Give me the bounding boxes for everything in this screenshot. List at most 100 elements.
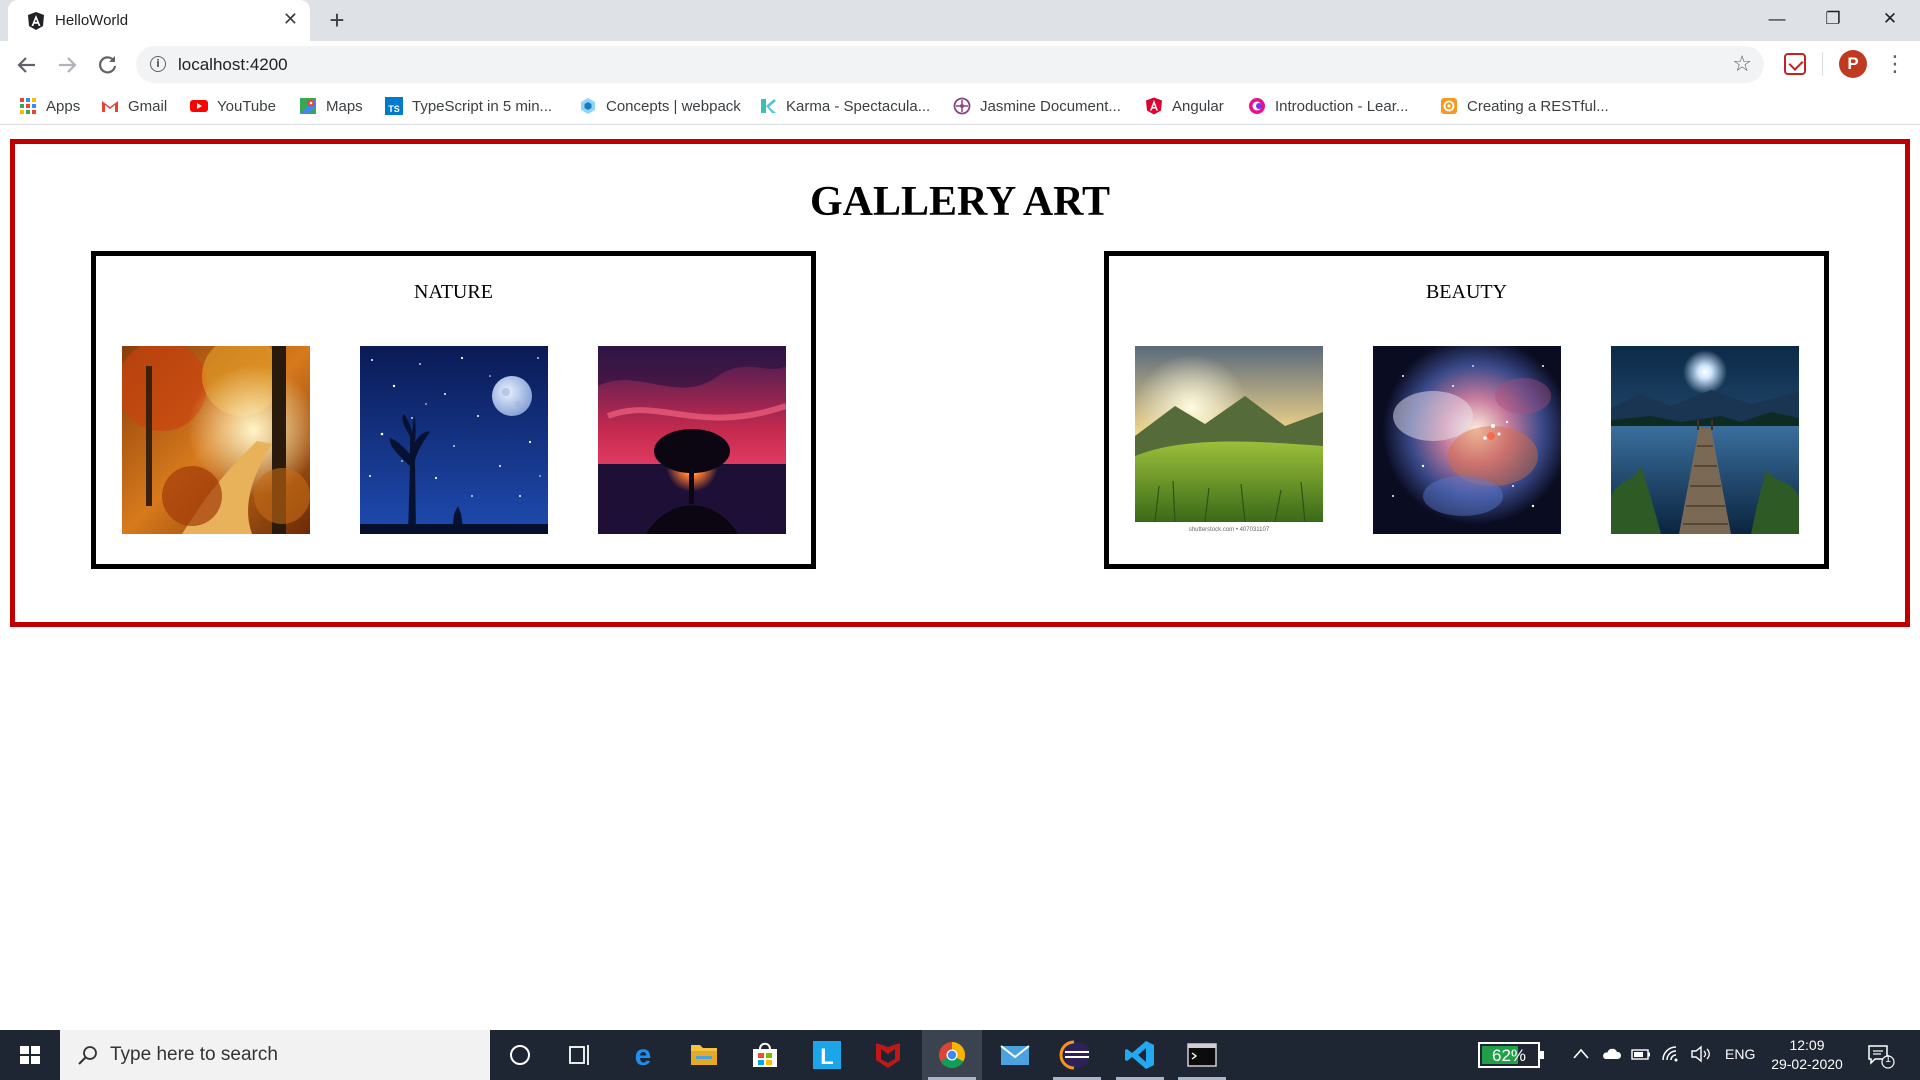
vscode-app[interactable] bbox=[1110, 1030, 1170, 1080]
back-button[interactable] bbox=[11, 49, 43, 81]
restful-icon bbox=[1440, 97, 1458, 115]
starry-night-moon-tree-image[interactable] bbox=[360, 346, 548, 534]
bookmark-restful[interactable]: Creating a RESTful... bbox=[1440, 93, 1609, 119]
gmail-icon bbox=[101, 97, 119, 115]
profile-avatar[interactable]: P bbox=[1839, 50, 1867, 78]
mountain-meadow-sunrise-image[interactable]: shutterstock.com • 407031107 bbox=[1135, 346, 1323, 534]
minimize-button[interactable]: — bbox=[1749, 0, 1805, 41]
battery-widget[interactable]: 62% bbox=[1478, 1042, 1544, 1068]
webpack-icon bbox=[579, 97, 597, 115]
address-bar[interactable]: i localhost:4200 ☆ bbox=[136, 46, 1764, 83]
start-button[interactable] bbox=[0, 1030, 60, 1080]
taskbar-clock[interactable]: 12:09 29-02-2020 bbox=[1762, 1036, 1852, 1074]
angular-favicon-icon bbox=[26, 11, 46, 31]
typescript-icon: TS bbox=[385, 97, 403, 115]
bookmark-label: Angular bbox=[1172, 97, 1224, 115]
bookmark-karma[interactable]: Karma - Spectacula... bbox=[759, 93, 930, 119]
site-info-icon[interactable]: i bbox=[150, 56, 166, 72]
reload-button[interactable] bbox=[92, 49, 124, 81]
eclipse-app[interactable] bbox=[1047, 1030, 1107, 1080]
sunset-tree-silhouette-image[interactable] bbox=[598, 346, 786, 534]
l-app-icon: L bbox=[813, 1041, 841, 1069]
youtube-icon bbox=[190, 97, 208, 115]
bookmark-apps[interactable]: Apps bbox=[19, 93, 80, 119]
bookmark-maps[interactable]: Maps bbox=[299, 93, 363, 119]
bookmark-youtube[interactable]: YouTube bbox=[190, 93, 276, 119]
url-text[interactable]: localhost:4200 bbox=[178, 55, 288, 75]
image-watermark: shutterstock.com • 407031107 bbox=[1189, 527, 1270, 533]
bookmarks-bar: Apps Gmail YouTube Maps TS TypeScript in… bbox=[0, 88, 1920, 125]
bookmark-jasmine[interactable]: Jasmine Document... bbox=[953, 93, 1121, 119]
forward-button[interactable] bbox=[51, 49, 83, 81]
chrome-icon bbox=[939, 1041, 966, 1069]
wifi-tray[interactable] bbox=[1660, 1044, 1682, 1069]
bookmark-typescript[interactable]: TS TypeScript in 5 min... bbox=[385, 93, 552, 119]
task-view-button[interactable] bbox=[550, 1030, 610, 1080]
close-window-button[interactable]: ✕ bbox=[1862, 0, 1918, 41]
wifi-icon bbox=[1662, 1046, 1678, 1062]
show-hidden-icons-button[interactable] bbox=[1572, 1044, 1590, 1069]
reload-icon bbox=[98, 56, 117, 74]
new-tab-button[interactable]: + bbox=[323, 6, 351, 34]
store-app[interactable] bbox=[735, 1030, 795, 1080]
maps-icon bbox=[299, 97, 317, 115]
file-explorer-app[interactable] bbox=[674, 1030, 734, 1080]
volume-tray[interactable] bbox=[1690, 1044, 1712, 1069]
section-title: NATURE bbox=[414, 281, 493, 303]
edge-app[interactable]: e bbox=[613, 1030, 673, 1080]
store-bag-icon bbox=[753, 1042, 777, 1067]
tab-close-icon[interactable]: ✕ bbox=[283, 9, 298, 29]
bookmark-label: Apps bbox=[46, 97, 81, 115]
bookmark-star-icon[interactable]: ☆ bbox=[1732, 51, 1752, 77]
notification-count: 1 bbox=[1885, 1054, 1891, 1065]
bookmark-label: Maps bbox=[326, 97, 363, 115]
search-placeholder: Type here to search bbox=[110, 1044, 278, 1065]
gallery-section-beauty: BEAUTY shutterstock.com • 407031107 bbox=[1104, 251, 1829, 569]
galaxy-nebula-image[interactable] bbox=[1373, 346, 1561, 534]
apps-grid-icon bbox=[19, 97, 37, 115]
bookmark-label: Concepts | webpack bbox=[606, 97, 741, 115]
terminal-icon bbox=[1187, 1043, 1217, 1067]
karma-icon bbox=[759, 97, 777, 115]
gallery-section-nature: NATURE bbox=[91, 251, 816, 569]
chrome-app[interactable] bbox=[922, 1030, 982, 1080]
cortana-circle-icon bbox=[510, 1045, 530, 1065]
autumn-forest-path-image[interactable] bbox=[122, 346, 310, 534]
lake-pier-moonlight-image[interactable] bbox=[1611, 346, 1799, 534]
svg-text:L: L bbox=[820, 1044, 833, 1069]
speaker-icon bbox=[1691, 1045, 1710, 1063]
tab-title: HelloWorld bbox=[55, 12, 129, 29]
cortana-button[interactable] bbox=[490, 1030, 550, 1080]
taskbar-search-box[interactable]: Type here to search bbox=[60, 1030, 490, 1080]
cloud-icon bbox=[1603, 1048, 1622, 1059]
bookmark-gmail[interactable]: Gmail bbox=[101, 93, 167, 119]
mail-app[interactable] bbox=[985, 1030, 1045, 1080]
angular-icon bbox=[1145, 97, 1163, 115]
jasmine-icon bbox=[953, 97, 971, 115]
toolbar-divider bbox=[1822, 52, 1823, 76]
onedrive-tray[interactable] bbox=[1600, 1044, 1622, 1069]
restore-button[interactable]: ❐ bbox=[1805, 0, 1861, 41]
chrome-menu-icon[interactable]: ⋮ bbox=[1884, 50, 1906, 78]
mcafee-app[interactable] bbox=[858, 1030, 918, 1080]
mcafee-shield-icon bbox=[876, 1043, 900, 1068]
terminal-app[interactable] bbox=[1172, 1030, 1232, 1080]
action-center-button[interactable]: 1 bbox=[1866, 1042, 1896, 1070]
bookmark-introduction[interactable]: Introduction - Lear... bbox=[1248, 93, 1408, 119]
pocket-extension-icon[interactable] bbox=[1784, 53, 1806, 75]
battery-tray[interactable] bbox=[1630, 1044, 1652, 1069]
eclipse-icon bbox=[1059, 1040, 1090, 1070]
l-app[interactable]: L bbox=[797, 1030, 857, 1080]
edge-icon: e bbox=[635, 1039, 652, 1072]
chevron-up-icon bbox=[1573, 1048, 1589, 1059]
bookmark-label: Jasmine Document... bbox=[980, 97, 1121, 115]
task-view-icon bbox=[569, 1045, 589, 1065]
input-language[interactable]: ENG bbox=[1725, 1046, 1755, 1062]
bookmark-angular[interactable]: Angular bbox=[1145, 93, 1224, 119]
battery-percent: 62% bbox=[1491, 1046, 1527, 1065]
tab-strip: HelloWorld ✕ + — ❐ ✕ bbox=[0, 0, 1920, 41]
vscode-icon bbox=[1125, 1041, 1154, 1069]
clock-date: 29-02-2020 bbox=[1771, 1056, 1843, 1072]
browser-tab[interactable]: HelloWorld ✕ bbox=[8, 0, 310, 41]
bookmark-webpack[interactable]: Concepts | webpack bbox=[579, 93, 741, 119]
